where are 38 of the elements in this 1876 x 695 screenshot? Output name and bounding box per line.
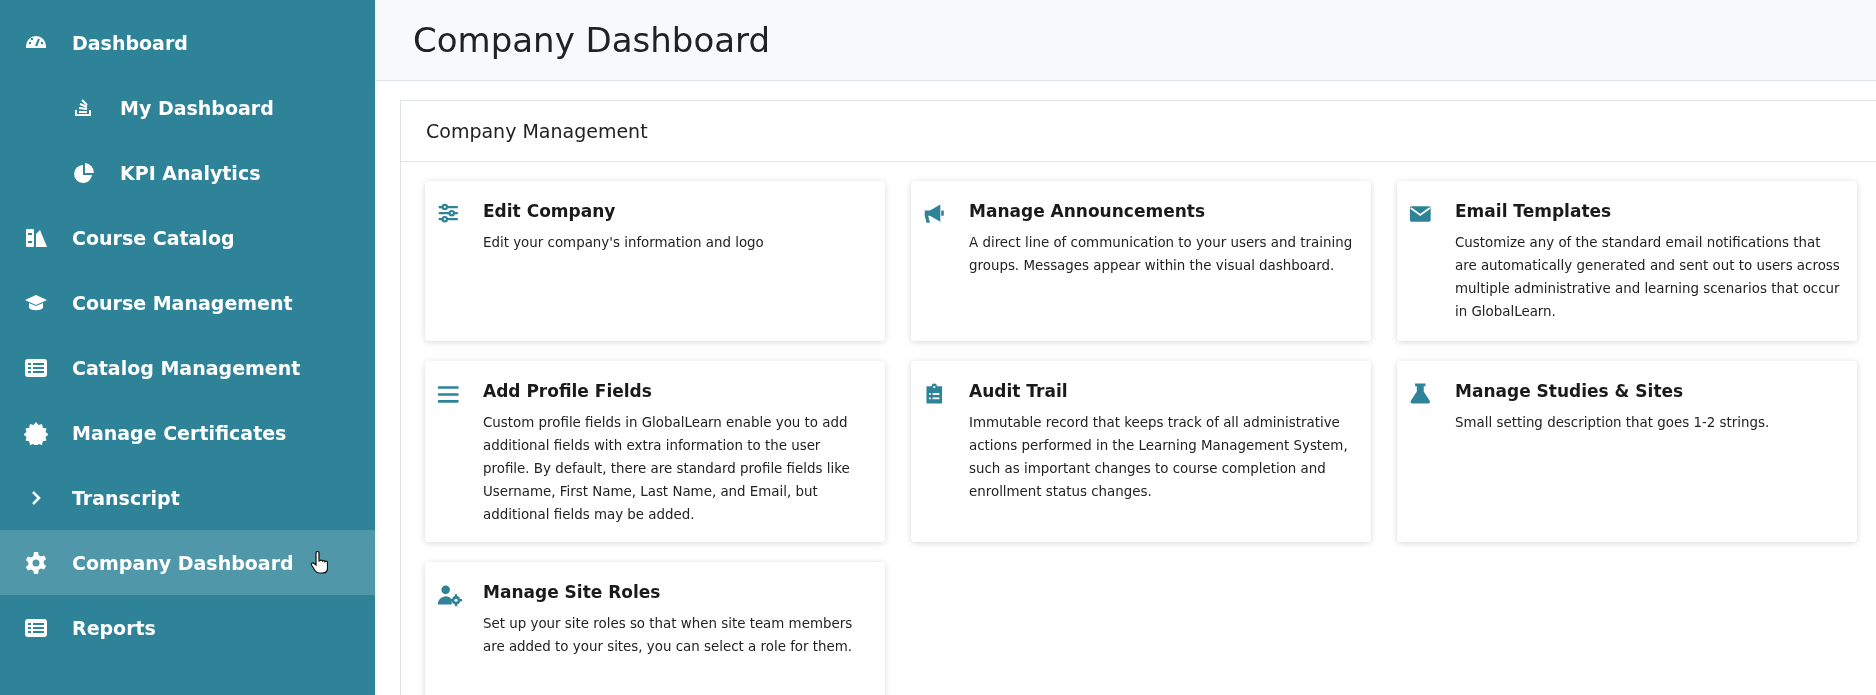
setting-card[interactable]: Edit Company Edit your company's information and logo <box>425 181 885 341</box>
card-description: Small setting description that goes 1-2 strings. <box>1455 414 1770 432</box>
setting-card[interactable]: Audit Trail Immutable record that keeps track of all administrative actions performed in the Learning Management System, such as important changes to course completion and enrollment status changes. <box>911 361 1371 542</box>
sidebar-item[interactable]: Manage Certificates <box>0 400 375 465</box>
page-title: Company Dashboard <box>413 20 771 60</box>
panel-title: Company Management <box>401 101 1876 162</box>
setting-card[interactable]: Manage Studies & Sites Small setting description that goes 1-2 strings. <box>1397 361 1857 542</box>
card-title: Manage Site Roles <box>483 582 662 602</box>
card-title: Manage Studies & Sites <box>1455 381 1685 401</box>
card-title: Audit Trail <box>969 381 1069 401</box>
sidebar-item[interactable]: My Dashboard <box>0 75 375 140</box>
card-title: Manage Announcements <box>969 201 1207 221</box>
sidebar-item[interactable]: Course Catalog <box>0 205 375 270</box>
sidebar-item[interactable]: Course Management <box>0 270 375 335</box>
pie-chart-icon <box>72 160 96 185</box>
hand-cursor-icon <box>309 550 328 575</box>
settings-icon <box>24 550 48 575</box>
certificate-badge-icon <box>24 420 48 445</box>
card-description: Immutable record that keeps track of all administrative actions performed in the Learning Management System, such as important changes to course completion and enrollment status changes. <box>969 414 1349 501</box>
card-title: Edit Company <box>483 201 617 221</box>
sidebar-item[interactable]: Catalog Management <box>0 335 375 400</box>
sidebar-item[interactable]: Company Dashboard <box>0 530 375 595</box>
sidebar-item[interactable]: Reports <box>0 595 375 660</box>
card-description: Customize any of the standard email notifications that are automatically generated and sent out to users across multiple administrative and learning scenarios that occur in GlobalLearn. <box>1455 234 1841 321</box>
card-title: Email Templates <box>1455 201 1613 221</box>
sidebar-item[interactable]: Dashboard <box>0 10 375 75</box>
sidebar-item[interactable]: KPI Analytics <box>0 140 375 205</box>
card-title: Add Profile Fields <box>483 381 653 401</box>
card-description: A direct line of communication to your users and training groups. Messages appear within the visual dashboard. <box>969 234 1354 275</box>
card-description: Edit your company's information and logo <box>483 234 764 252</box>
setting-card[interactable]: Manage Site Roles Set up your site roles so that when site team members are added to your sites, you can select a role for them. <box>425 562 885 695</box>
card-description: Set up your site roles so that when site team members are added to your sites, you can select a role for them. <box>483 615 854 656</box>
sidebar-item[interactable]: Transcript <box>0 465 375 530</box>
setting-card[interactable] <box>1397 181 1857 341</box>
card-description: Custom profile fields in GlobalLearn enable you to add additional fields with extra information to the user profile. By default, there are standard profile fields like Username, First Name, Last Name, and Email, but additional fields may be added. <box>483 414 851 524</box>
user-gear-icon <box>437 582 463 608</box>
setting-card[interactable] <box>425 361 885 542</box>
setting-card[interactable]: Manage Announcements A direct line of communication to your users and training groups. Messages appear within the visual dashboard. <box>911 181 1371 341</box>
